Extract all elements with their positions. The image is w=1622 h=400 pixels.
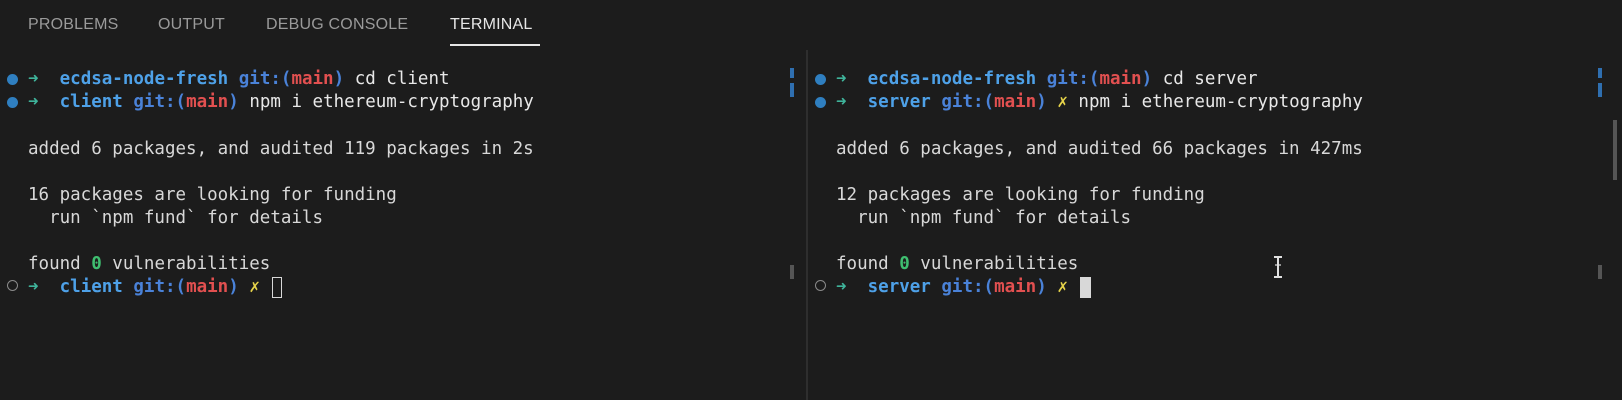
git-branch: main (1099, 69, 1142, 89)
terminal-pane-left[interactable]: ➜ ecdsa-node-fresh git:(main) cd client … (0, 50, 806, 400)
prompt-arrow: ➜ (836, 69, 847, 89)
terminal-command-line: ➜ ecdsa-node-fresh git:(main) cd server (836, 68, 1258, 90)
terminal-output-line: 12 packages are looking for funding (836, 185, 1205, 205)
scrollbar-thumb[interactable] (790, 265, 794, 279)
tab-problems[interactable]: PROBLEMS (28, 16, 119, 38)
terminal-prompt-line: ➜ client git:(main) ✗ (28, 276, 283, 298)
git-prefix: git:( (133, 92, 187, 112)
terminal-output-line: added 6 packages, and audited 66 package… (836, 139, 1363, 159)
scrollbar-decoration (790, 68, 794, 78)
tab-terminal[interactable]: TERMINAL (450, 16, 533, 38)
active-tab-indicator (450, 44, 540, 46)
terminal-command-line: ➜ client git:(main) npm i ethereum-crypt… (28, 91, 534, 113)
typed-command: cd client (354, 69, 450, 89)
terminal-command-line: ➜ ecdsa-node-fresh git:(main) cd client (28, 68, 450, 90)
vulnerability-count: 0 (91, 254, 102, 274)
git-prefix: git:( (941, 277, 995, 297)
prompt-directory: server (867, 277, 931, 297)
prompt-directory: ecdsa-node-fresh (59, 69, 229, 89)
command-pending-marker[interactable] (7, 280, 18, 291)
terminal-output-line: found 0 vulnerabilities (836, 253, 1078, 275)
terminal-cursor (1080, 276, 1092, 298)
output-text: vulnerabilities (101, 254, 271, 274)
git-dirty-marker: ✗ (249, 277, 260, 297)
terminal-command-line: ➜ server git:(main) ✗ npm i ethereum-cry… (836, 91, 1363, 113)
git-suffix: ) (1141, 69, 1153, 89)
terminal-output-line: run `npm fund` for details (28, 208, 324, 228)
git-prefix: git:( (941, 92, 995, 112)
git-branch: main (994, 277, 1037, 297)
terminal-pane-right[interactable]: ➜ ecdsa-node-fresh git:(main) cd server … (808, 50, 1622, 400)
scrollbar-thumb[interactable] (1598, 265, 1602, 279)
terminal-output-line: 16 packages are looking for funding (28, 185, 397, 205)
output-text: found (836, 254, 900, 274)
scrollbar-decoration (790, 83, 794, 97)
scrollbar-decoration (1598, 83, 1602, 97)
git-suffix: ) (228, 92, 239, 112)
typed-command: npm i ethereum-cryptography (249, 92, 534, 112)
panel-tab-bar: PROBLEMS OUTPUT DEBUG CONSOLE TERMINAL (0, 0, 1622, 50)
terminal-output-line: added 6 packages, and audited 119 packag… (28, 139, 534, 159)
typed-command: cd server (1162, 69, 1258, 89)
git-dirty-marker: ✗ (1057, 92, 1068, 112)
prompt-directory: ecdsa-node-fresh (867, 69, 1037, 89)
prompt-directory: server (867, 92, 931, 112)
terminal-prompt-line: ➜ server git:(main) ✗ (836, 276, 1092, 298)
git-prefix: git:( (1046, 69, 1100, 89)
prompt-arrow: ➜ (28, 277, 39, 297)
terminal-output-line: found 0 vulnerabilities (28, 253, 270, 275)
prompt-directory: client (59, 92, 123, 112)
git-branch: main (186, 277, 229, 297)
git-suffix: ) (1036, 277, 1047, 297)
git-branch: main (291, 69, 334, 89)
git-prefix: git:( (238, 69, 292, 89)
command-pending-marker[interactable] (815, 280, 826, 291)
terminal-output-line: run `npm fund` for details (836, 208, 1132, 228)
command-success-marker[interactable] (7, 74, 18, 85)
scrollbar-thumb[interactable] (1613, 120, 1617, 180)
git-branch: main (994, 92, 1037, 112)
scrollbar-decoration (1598, 68, 1602, 78)
command-success-marker[interactable] (815, 74, 826, 85)
prompt-arrow: ➜ (28, 92, 39, 112)
prompt-arrow: ➜ (836, 277, 847, 297)
git-prefix: git:( (133, 277, 187, 297)
git-suffix: ) (228, 277, 239, 297)
prompt-arrow: ➜ (836, 92, 847, 112)
terminal-cursor (272, 276, 283, 298)
prompt-arrow: ➜ (28, 69, 39, 89)
git-suffix: ) (1036, 92, 1047, 112)
git-suffix: ) (333, 69, 345, 89)
tab-output[interactable]: OUTPUT (158, 16, 225, 38)
prompt-directory: client (59, 277, 123, 297)
git-branch: main (186, 92, 229, 112)
command-success-marker[interactable] (815, 97, 826, 108)
command-success-marker[interactable] (7, 97, 18, 108)
git-dirty-marker: ✗ (1057, 277, 1068, 297)
typed-command: npm i ethereum-cryptography (1078, 92, 1363, 112)
output-text: found (28, 254, 92, 274)
tab-debug-console[interactable]: DEBUG CONSOLE (266, 16, 408, 38)
vulnerability-count: 0 (899, 254, 910, 274)
mouse-ibeam-icon (1274, 256, 1282, 278)
output-text: vulnerabilities (909, 254, 1079, 274)
